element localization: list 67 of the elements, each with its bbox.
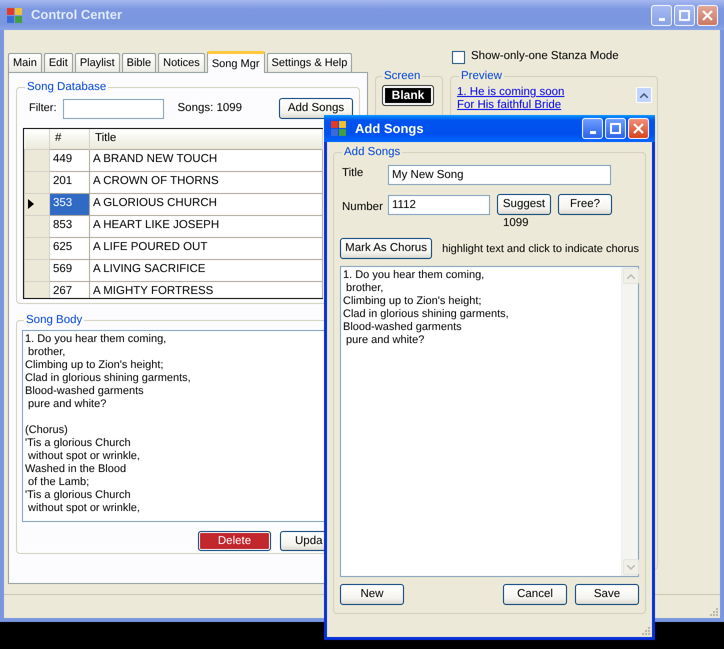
resize-grip-icon[interactable]	[640, 625, 650, 635]
app-icon	[6, 6, 23, 24]
minimize-icon	[590, 131, 596, 134]
maximize-icon	[610, 123, 621, 134]
tab[interactable]: Notices	[158, 53, 205, 72]
window-title: Add Songs	[355, 120, 425, 138]
free-button[interactable]: Free?	[558, 194, 612, 216]
minimize-icon	[658, 18, 664, 20]
close-button[interactable]	[628, 118, 649, 139]
dialog-button[interactable]: Save	[575, 584, 639, 606]
close-icon	[702, 10, 713, 20]
table-cell[interactable]: 449	[50, 149, 90, 171]
group-title: Song Database	[26, 81, 108, 94]
table-cell[interactable]: A CROWN OF THORNS	[90, 171, 322, 193]
blank-button[interactable]: Blank	[382, 85, 434, 106]
maximize-button[interactable]	[674, 4, 695, 26]
tab[interactable]: Song Mgr	[206, 51, 265, 73]
table-cell[interactable]: A LIVING SACRIFICE	[90, 259, 322, 281]
preview-link[interactable]: 1. He is coming soon	[457, 86, 635, 99]
group-title: Add Songs	[343, 146, 402, 159]
column-header[interactable]: Title	[90, 129, 322, 149]
title-field[interactable]: My New Song	[388, 165, 611, 185]
table-cell[interactable]: A HEART LIKE JOSEPH	[90, 215, 322, 237]
song-count: Songs: 1099	[178, 100, 242, 116]
table-cell[interactable]: A LIFE POURED OUT	[90, 237, 322, 259]
column-header[interactable]: #	[50, 129, 90, 149]
maximize-button[interactable]	[605, 118, 626, 139]
group-title: Screen	[383, 70, 422, 83]
title-label: Title	[342, 166, 364, 181]
dialog-button[interactable]: Cancel	[503, 584, 567, 606]
tab[interactable]: Edit	[44, 53, 73, 72]
resize-grip-icon[interactable]	[708, 606, 718, 616]
close-icon	[633, 123, 644, 134]
table-cell[interactable]: 201	[50, 171, 90, 193]
update-button[interactable]: Upda	[280, 531, 325, 551]
dialog-button[interactable]: New	[340, 584, 404, 606]
table-cell[interactable]: A BRAND NEW TOUCH	[90, 149, 322, 171]
minimize-button[interactable]	[582, 118, 603, 139]
group-title: Song Body	[25, 314, 84, 327]
suggested-number: 1099	[503, 216, 530, 230]
delete-button[interactable]: Delete	[198, 531, 271, 551]
table-cell[interactable]: 853	[50, 215, 90, 237]
minimize-button[interactable]	[651, 4, 672, 26]
chorus-hint: highlight text and click to indicate chorus	[442, 242, 639, 256]
tab[interactable]: Main	[8, 53, 42, 72]
app-icon	[330, 120, 347, 137]
window-title: Control Center	[31, 6, 123, 24]
stanza-checkbox[interactable]	[452, 50, 465, 64]
number-field[interactable]: 1112	[388, 194, 490, 215]
table-cell[interactable]: A GLORIOUS CHURCH	[90, 193, 322, 215]
tab[interactable]: Settings & Help	[266, 53, 352, 72]
tab[interactable]: Playlist	[74, 53, 120, 72]
suggest-button[interactable]: Suggest	[497, 194, 551, 216]
mark-as-chorus-button[interactable]: Mark As Chorus	[340, 238, 432, 260]
checkbox-label: Show-only-one Stanza Mode	[471, 49, 619, 64]
table-cell[interactable]: 625	[50, 237, 90, 259]
table-cell[interactable]: 353	[50, 193, 90, 215]
group-title: Preview	[460, 70, 503, 83]
maximize-icon	[679, 10, 690, 20]
table-cell[interactable]: 569	[50, 259, 90, 281]
filter-label: Filter:	[29, 101, 56, 116]
number-label: Number	[342, 200, 384, 215]
add-songs-button[interactable]: Add Songs	[279, 98, 353, 119]
tab[interactable]: Bible	[122, 53, 156, 72]
close-button[interactable]	[697, 4, 718, 26]
preview-link[interactable]: For His faithful Bride	[457, 99, 635, 112]
filter-field[interactable]	[62, 98, 164, 118]
